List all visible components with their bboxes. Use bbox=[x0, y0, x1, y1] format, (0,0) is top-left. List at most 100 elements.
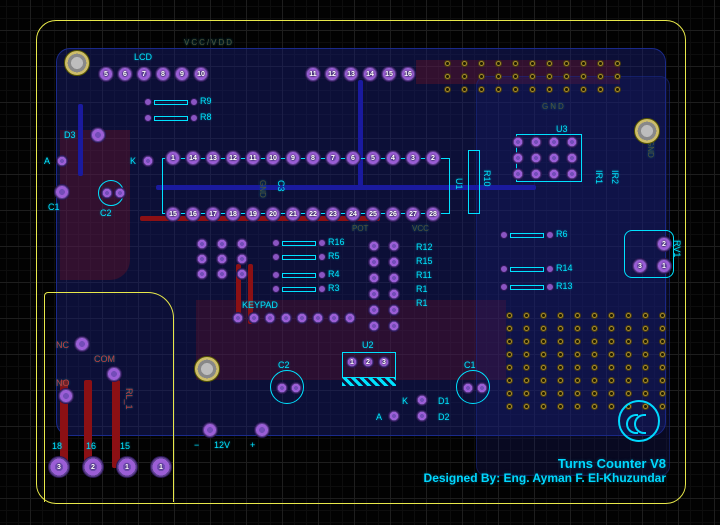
d3-pad bbox=[90, 127, 106, 143]
pad: 1 bbox=[116, 456, 138, 478]
rv1-label: RV1 bbox=[672, 240, 682, 257]
d1-label: D1 bbox=[438, 396, 450, 406]
pad: 21 bbox=[285, 206, 301, 222]
r10-label: R10 bbox=[482, 170, 492, 187]
pad: 23 bbox=[325, 206, 341, 222]
center-pad-column bbox=[368, 240, 404, 332]
pad-num: 16 bbox=[404, 71, 412, 78]
plus-label: + bbox=[250, 440, 255, 450]
r9-body bbox=[144, 97, 198, 107]
r13-label: R13 bbox=[556, 281, 573, 291]
title-text: Turns Counter V8 bbox=[336, 456, 666, 471]
pad: 5 bbox=[365, 150, 381, 166]
k-pad bbox=[142, 155, 154, 167]
r9-label: R9 bbox=[200, 96, 212, 106]
pad: 1 bbox=[150, 456, 172, 478]
pad: 26 bbox=[385, 206, 401, 222]
pad: 9 bbox=[285, 150, 301, 166]
pad: 25 bbox=[365, 206, 381, 222]
pad: 14 bbox=[185, 150, 201, 166]
ic-row-top: 1 14 13 12 11 10 9 8 7 6 5 4 3 2 bbox=[165, 150, 441, 166]
ir1-label: IR1 bbox=[594, 170, 604, 184]
pad: 11 bbox=[245, 150, 261, 166]
pad: 2 bbox=[425, 150, 441, 166]
pad: 3 bbox=[48, 456, 70, 478]
pad: 1 bbox=[346, 356, 358, 368]
ir2-label: IR2 bbox=[610, 170, 620, 184]
pad: 11 bbox=[305, 66, 321, 82]
pad-num: 5 bbox=[104, 71, 108, 78]
r6-label: R6 bbox=[556, 229, 568, 239]
left-pad-block bbox=[196, 238, 252, 280]
pad: 22 bbox=[305, 206, 321, 222]
c1-pad bbox=[54, 184, 70, 200]
proto-bottom bbox=[506, 312, 666, 410]
d2-pad bbox=[416, 410, 428, 422]
pad: 20 bbox=[265, 206, 281, 222]
pwr-pos-pad bbox=[254, 422, 270, 438]
rv1-pad3: 3 bbox=[632, 258, 648, 274]
u3-pads bbox=[512, 136, 580, 180]
pad-num: 9 bbox=[180, 71, 184, 78]
r13-body bbox=[500, 282, 554, 292]
pad: 1 bbox=[165, 150, 181, 166]
pad: 14 bbox=[362, 66, 378, 82]
d1-pad bbox=[416, 394, 428, 406]
d1-k: K bbox=[402, 396, 408, 406]
k-label: K bbox=[130, 156, 136, 166]
r8-body bbox=[144, 113, 198, 123]
pad: 12 bbox=[324, 66, 340, 82]
trace bbox=[78, 104, 83, 176]
r5-label: R5 bbox=[328, 251, 340, 261]
r3-body bbox=[272, 284, 326, 294]
com-label: COM bbox=[94, 354, 115, 364]
proto-top bbox=[444, 60, 621, 93]
r14-body bbox=[500, 264, 554, 274]
relay-label: RL_1 bbox=[124, 388, 134, 410]
u2-pads: 1 2 3 bbox=[346, 356, 390, 368]
c2-label: C2 bbox=[100, 208, 112, 218]
c2b-p1 bbox=[276, 382, 288, 394]
u2-label: U2 bbox=[362, 340, 374, 350]
pour-red-2 bbox=[60, 130, 130, 280]
c2b-p2 bbox=[290, 382, 302, 394]
u3-label: U3 bbox=[556, 124, 568, 134]
r11-label: R11 bbox=[416, 270, 432, 280]
pad: 10 bbox=[193, 66, 209, 82]
c1b-p2 bbox=[476, 382, 488, 394]
d2-a: A bbox=[376, 412, 382, 422]
c2-pad1 bbox=[101, 187, 113, 199]
credit-text: Designed By: Eng. Ayman F. El-Khuzundar bbox=[336, 471, 666, 485]
logo-icon bbox=[618, 400, 660, 442]
r6-body bbox=[500, 230, 554, 240]
pad-num: 11 bbox=[309, 71, 316, 78]
pad: 3 bbox=[405, 150, 421, 166]
relay-16: 16 bbox=[86, 441, 96, 451]
pot-label: POT bbox=[352, 224, 368, 233]
pad-num: 14 bbox=[366, 71, 374, 78]
no-label: NO bbox=[56, 378, 70, 388]
pad-num: 7 bbox=[142, 71, 146, 78]
r16-body bbox=[272, 238, 326, 248]
pad: 13 bbox=[343, 66, 359, 82]
c1-label: C1 bbox=[48, 202, 60, 212]
r3-label: R3 bbox=[328, 283, 340, 293]
r12-label: R12 bbox=[416, 242, 433, 252]
pad-num: 8 bbox=[161, 71, 165, 78]
pad: 9 bbox=[174, 66, 190, 82]
r4-label: R4 bbox=[328, 269, 340, 279]
r15-label: R15 bbox=[416, 256, 433, 266]
r5-body bbox=[272, 252, 326, 262]
pad: 4 bbox=[385, 150, 401, 166]
minus-label: − bbox=[194, 440, 199, 450]
rv1-pad1: 1 bbox=[656, 258, 672, 274]
relay-big-pads: 3 2 1 1 bbox=[48, 456, 172, 478]
pad: 17 bbox=[205, 206, 221, 222]
c2-pad2 bbox=[114, 187, 126, 199]
u2-hatch bbox=[342, 378, 396, 386]
c3-label: C3 bbox=[276, 180, 286, 192]
r4-body bbox=[272, 270, 326, 280]
pad: 24 bbox=[345, 206, 361, 222]
pad: 16 bbox=[185, 206, 201, 222]
pad-num: 13 bbox=[347, 71, 355, 78]
